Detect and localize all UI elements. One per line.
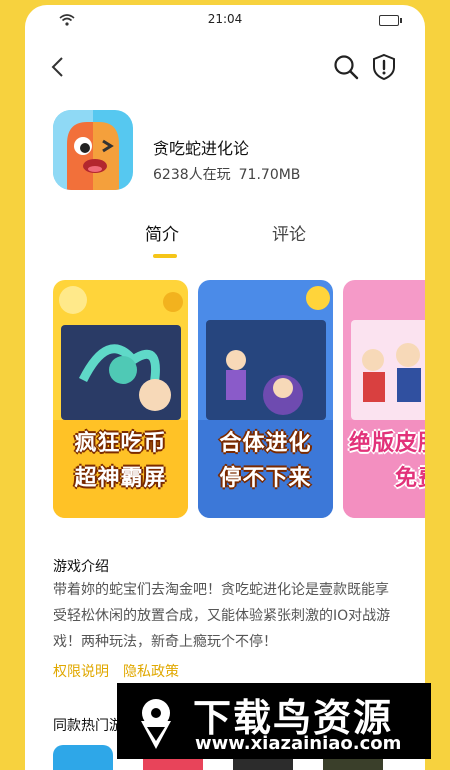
permissions-link[interactable]: 权限说明: [53, 664, 109, 680]
policy-links: 权限说明 隐私政策: [53, 661, 179, 681]
shield-alert-icon[interactable]: [371, 53, 397, 81]
screenshot-gallery[interactable]: 疯狂吃币 超神霸屏 合体进化 停不下来 绝版皮 免: [53, 280, 425, 520]
privacy-policy-link[interactable]: 隐私政策: [123, 664, 179, 680]
status-time: 21:04: [207, 12, 243, 26]
screenshot-2-caption-line1: 合体进化: [219, 431, 312, 456]
screenshot-2-caption-line2: 停不下来: [219, 466, 312, 491]
search-icon[interactable]: [333, 54, 359, 80]
bird-logo-icon: [141, 699, 171, 749]
back-icon[interactable]: [45, 53, 73, 81]
tab-bar: 简介 评论: [25, 220, 425, 260]
watermark-url: www.xiazainiao.com: [195, 733, 402, 754]
phone-screen: 21:04 贪吃蛇进化论 6238人在玩 71.70MB 简介 评论 疯狂吃币 …: [25, 5, 425, 770]
screenshot-1[interactable]: 疯狂吃币 超神霸屏: [53, 280, 188, 518]
app-meta: 6238人在玩 71.70MB: [153, 164, 300, 184]
app-size: 71.70MB: [238, 167, 301, 183]
screenshot-3-caption-line1: 绝版皮肤: [349, 431, 425, 456]
watermark-banner: 下载鸟资源 www.xiazainiao.com: [117, 683, 431, 759]
tab-intro[interactable]: 简介: [145, 220, 179, 245]
status-bar: 21:04: [25, 5, 425, 33]
app-header: 贪吃蛇进化论 6238人在玩 71.70MB: [53, 110, 403, 195]
screenshot-1-caption-line2: 超神霸屏: [74, 466, 167, 491]
screenshot-3-caption-line2: 免费: [395, 466, 425, 491]
tab-reviews[interactable]: 评论: [272, 220, 306, 245]
similar-games-title: 同款热门游: [53, 718, 123, 734]
similar-game-thumb[interactable]: [53, 745, 113, 770]
battery-icon: [379, 15, 402, 26]
screenshot-3[interactable]: 绝版皮肤 免费: [343, 280, 425, 518]
intro-text: 带着妳的蛇宝们去淘金吧！贪吃蛇进化论是壹款既能享受轻松休闲的放置合成，又能体验紧…: [53, 582, 391, 650]
intro-title: 游戏介绍: [53, 559, 109, 575]
active-tab-indicator: [153, 254, 177, 258]
screenshot-1-caption-line1: 疯狂吃币: [74, 431, 167, 456]
screenshot-2[interactable]: 合体进化 停不下来: [198, 280, 333, 518]
app-name: 贪吃蛇进化论: [153, 139, 250, 158]
player-count: 6238人在玩: [153, 167, 231, 183]
top-bar: [25, 49, 425, 85]
app-icon: [53, 110, 133, 190]
